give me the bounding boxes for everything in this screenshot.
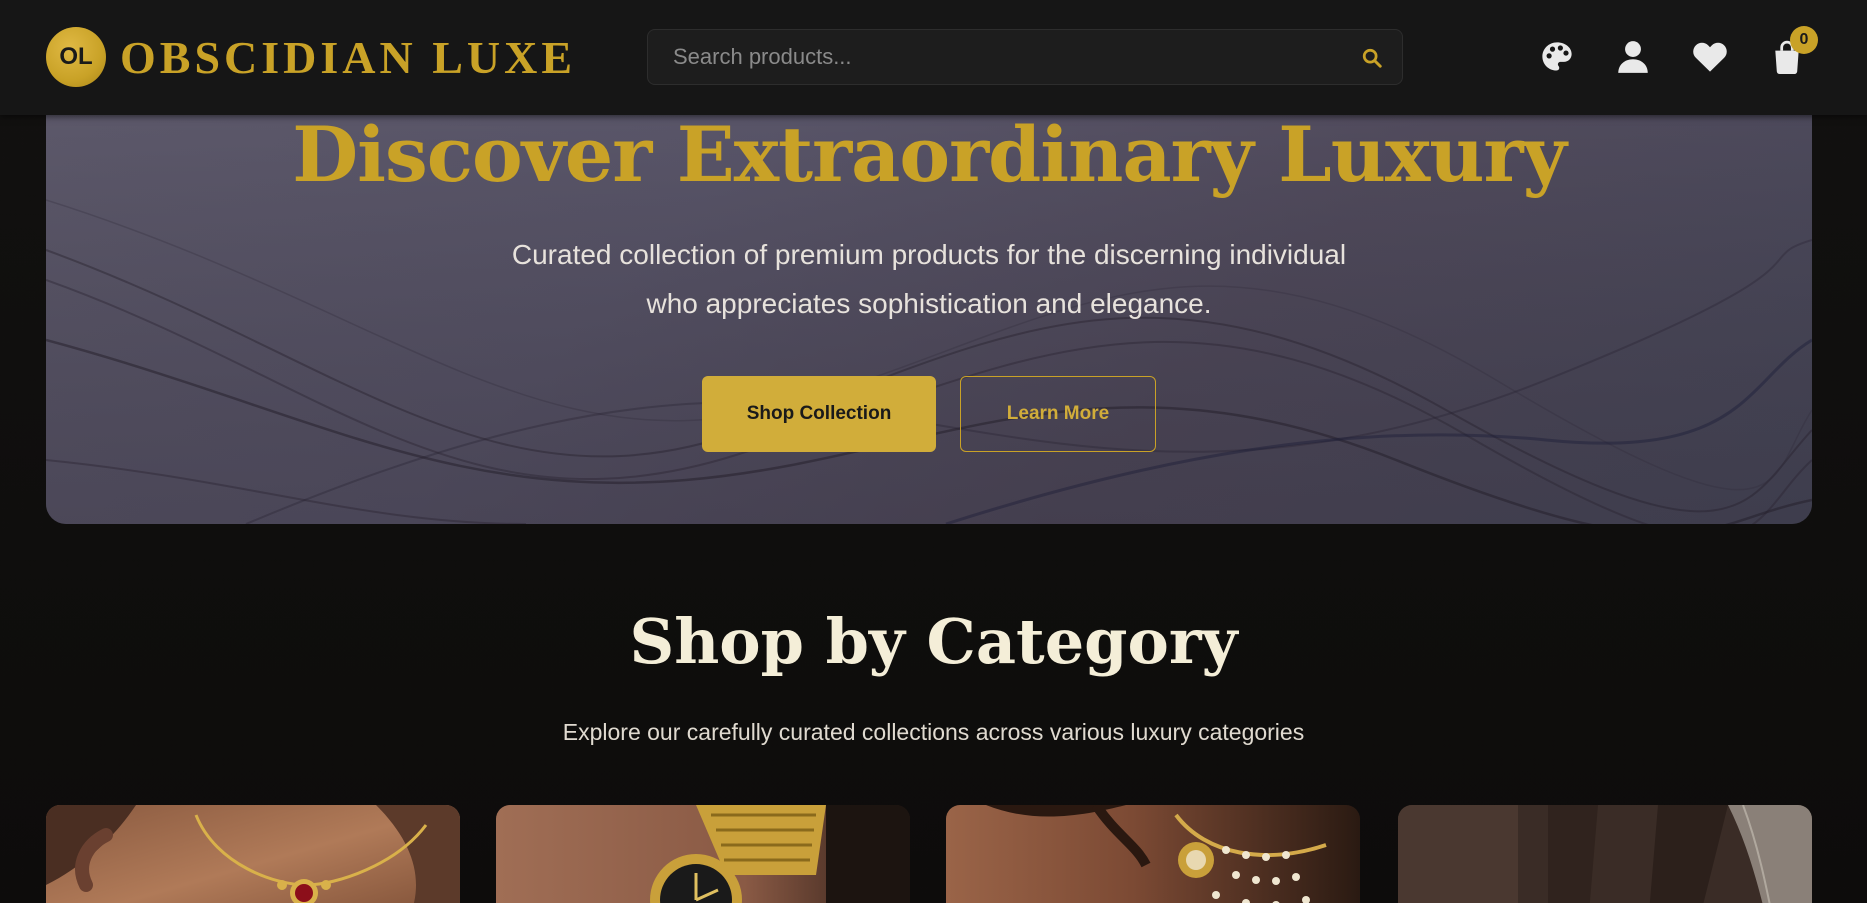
hero-subtitle-line-2: who appreciates sophistication and elega… (646, 288, 1212, 319)
brand-name: OBSCIDIAN LUXE (120, 31, 577, 83)
learn-more-button[interactable]: Learn More (960, 376, 1156, 452)
category-section-title: Shop by Category (629, 605, 1238, 678)
hero-subtitle: Curated collection of premium products f… (46, 230, 1812, 328)
logo[interactable]: OL OBSCIDIAN LUXE (46, 27, 576, 87)
hero-banner: Discover Extraordinary Luxury Curated co… (46, 80, 1812, 524)
account-button[interactable] (1612, 36, 1654, 78)
palette-icon (1542, 42, 1572, 71)
category-card-necklaces[interactable] (46, 805, 460, 903)
category-section-subtitle: Explore our carefully curated collection… (562, 719, 1305, 745)
wishlist-button[interactable] (1689, 36, 1731, 78)
necklace-image (46, 805, 460, 903)
logo-badge: OL (46, 27, 106, 87)
hero-subtitle-line-1: Curated collection of premium products f… (511, 239, 1347, 270)
user-icon (1618, 41, 1648, 73)
cart-button[interactable]: 0 (1766, 26, 1818, 78)
category-card-earrings[interactable] (946, 805, 1360, 903)
category-card-apparel[interactable] (1398, 805, 1812, 903)
theme-button[interactable] (1536, 36, 1578, 78)
watch-image (496, 805, 910, 903)
search-input[interactable] (648, 30, 1328, 84)
search-button[interactable] (1358, 44, 1386, 72)
site-header: OL OBSCIDIAN LUXE Search products... 0 (0, 0, 1867, 115)
shop-collection-button[interactable]: Shop Collection (702, 376, 936, 452)
category-card-watches[interactable] (496, 805, 910, 903)
hero-title: Discover Extraordinary Luxury (292, 110, 1567, 199)
cart-count-badge: 0 (1790, 26, 1818, 54)
search-icon (1362, 48, 1382, 68)
heart-icon (1693, 42, 1727, 72)
apparel-image (1398, 805, 1812, 903)
search-bar (647, 29, 1403, 85)
earring-image (946, 805, 1360, 903)
